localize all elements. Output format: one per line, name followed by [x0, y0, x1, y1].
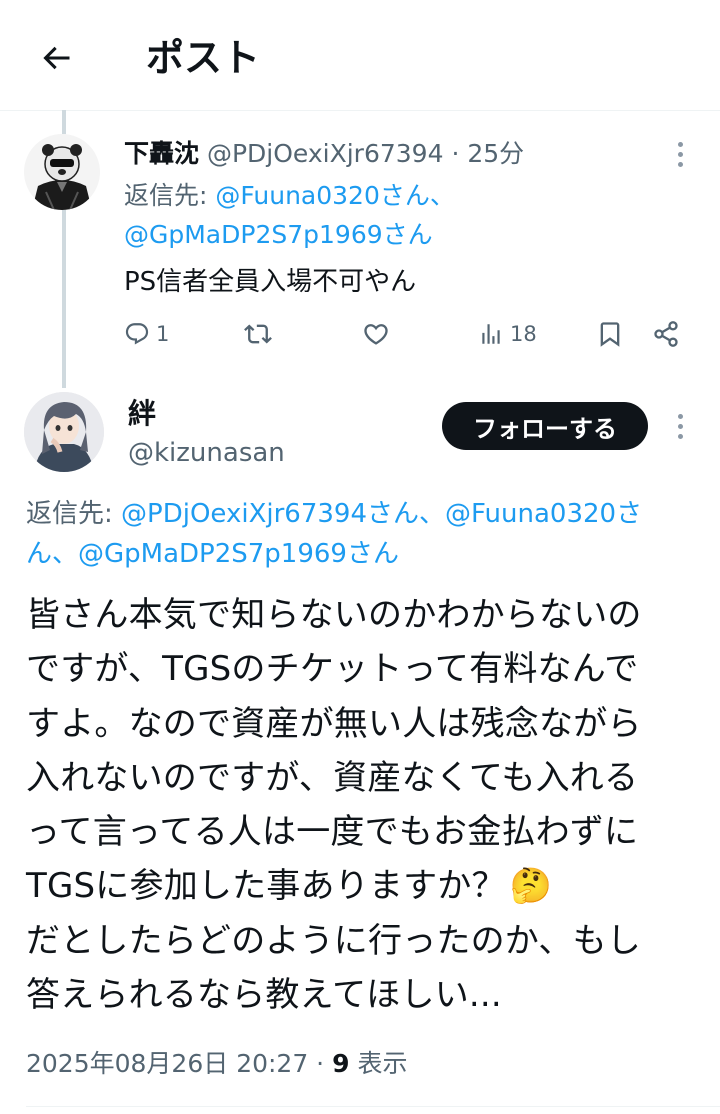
tweet-text: PS信者全員入場不可やん — [124, 267, 417, 297]
anime-girl-avatar-icon — [24, 392, 104, 472]
reply-icon — [125, 323, 149, 345]
share-icon — [654, 321, 678, 347]
more-options-button[interactable] — [670, 406, 690, 446]
panda-jacket-avatar-icon — [24, 134, 100, 210]
reply-author-row: 下轟沈 @PDjOexiXjr67394 · 25分 — [124, 136, 524, 172]
reply-to-label: 返信先: — [26, 499, 122, 529]
views-count: 18 — [510, 322, 537, 346]
tweet-text-line: TGSに参加した事ありますか？ 🤔 — [26, 859, 696, 913]
divider — [26, 1106, 720, 1107]
more-dot-icon — [677, 151, 683, 157]
reply-to-label: 返信先: — [124, 181, 216, 210]
views-label: 表示 — [349, 1049, 408, 1078]
top-bar: ポスト — [0, 0, 720, 111]
arrow-left-icon — [43, 46, 70, 70]
tweet-text-line: 答えられるなら教えてほしい... — [26, 975, 502, 1016]
bookmark-icon — [600, 322, 620, 347]
user-handle[interactable]: @kizunasan — [128, 434, 285, 472]
display-name[interactable]: 下轟沈 — [124, 139, 199, 168]
tweet-text: 皆さん本気で知らないのかわからないの ですが、TGSのチケットって有料なんで す… — [26, 588, 696, 1022]
post-time[interactable]: · 25分 — [451, 139, 524, 168]
post-meta: 2025年08月26日 20:27 · 9 表示 — [26, 1044, 407, 1084]
tweet-text-segment: TGSに参加した事ありますか？ — [26, 866, 506, 907]
reply-mention-link[interactable]: @PDjOexiXjr67394さん、@Fuuna0320さ — [121, 499, 642, 529]
tweet-text-line: すよ。なので資産が無い人は残念ながら — [26, 703, 642, 744]
back-button[interactable] — [30, 32, 82, 84]
like-button[interactable] — [362, 316, 390, 352]
more-dot-icon — [677, 433, 683, 439]
tweet-text-line: 入れないのですが、資産なくても入れる — [26, 757, 639, 798]
tweet-text-line: 皆さん本気で知らないのかわからないの — [26, 595, 642, 635]
reply-mention-link[interactable]: @Fuuna0320さん、 — [215, 181, 455, 210]
avatar[interactable] — [24, 392, 104, 472]
reply-button[interactable]: 1 — [124, 316, 169, 352]
follow-button[interactable]: フォローする — [442, 402, 648, 450]
reply-mention-link[interactable]: ん、@GpMaDP2S7p1969さん — [26, 539, 399, 569]
more-dot-icon — [677, 413, 683, 419]
more-dot-icon — [677, 141, 683, 147]
share-button[interactable] — [652, 316, 680, 352]
tweet-text-line: ですが、TGSのチケットって有料なんで — [26, 649, 639, 690]
tweet-text-line: って言ってる人は一度でもお金払わずに — [26, 812, 639, 853]
page-title: ポスト — [146, 36, 261, 80]
reply-to-line: 返信先: @Fuuna0320さん、 @GpMaDP2S7p1969さん — [124, 176, 684, 254]
bookmark-button[interactable] — [596, 316, 624, 352]
more-options-button[interactable] — [670, 134, 690, 174]
user-handle[interactable]: @PDjOexiXjr67394 — [207, 139, 444, 168]
views-button[interactable]: 18 — [478, 316, 537, 352]
more-dot-icon — [677, 423, 683, 429]
post-timestamp[interactable]: 2025年08月26日 20:27 · — [26, 1049, 332, 1078]
views-chart-icon — [482, 324, 500, 344]
avatar[interactable] — [24, 134, 100, 210]
reply-count: 1 — [156, 322, 170, 346]
reply-mention-link[interactable]: @GpMaDP2S7p1969さん — [124, 220, 433, 249]
retweet-button[interactable] — [244, 316, 272, 352]
thinking-face-emoji-icon: 🤔 — [509, 866, 553, 907]
display-name[interactable]: 絆 — [128, 394, 156, 434]
heart-icon — [364, 324, 388, 345]
tweet-text-line: だとしたらどのように行ったのか、もし — [26, 920, 641, 961]
views-count: 9 — [332, 1049, 350, 1078]
retweet-icon — [244, 324, 272, 344]
reply-to-line: 返信先: @PDjOexiXjr67394さん、@Fuuna0320さ ん、@G… — [26, 494, 706, 574]
more-dot-icon — [677, 161, 683, 167]
